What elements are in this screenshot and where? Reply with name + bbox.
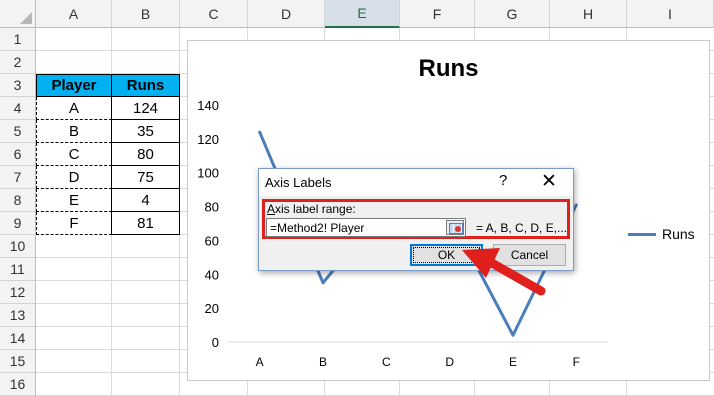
runs-cell[interactable]: 81 — [111, 212, 180, 235]
player-cell[interactable]: C — [36, 143, 112, 166]
column-header-d[interactable]: D — [248, 0, 325, 28]
range-preview: = A, B, C, D, E,... — [476, 221, 568, 235]
data-point[interactable] — [574, 203, 578, 207]
row-header-5[interactable]: 5 — [0, 120, 36, 143]
row-header-3[interactable]: 3 — [0, 74, 36, 97]
range-selector-icon[interactable] — [446, 220, 464, 235]
column-header-c[interactable]: C — [180, 0, 248, 28]
y-tick-label: 80 — [205, 200, 219, 215]
column-header-f[interactable]: F — [400, 0, 475, 28]
row-header-2[interactable]: 2 — [0, 51, 36, 74]
runs-cell[interactable]: 35 — [111, 120, 180, 143]
header-cell-runs[interactable]: Runs — [111, 74, 180, 97]
column-header-b[interactable]: B — [112, 0, 180, 28]
axis-label-range-input[interactable] — [266, 218, 466, 237]
row-header-6[interactable]: 6 — [0, 143, 36, 166]
x-tick-label: F — [573, 355, 580, 369]
y-tick-label: 60 — [205, 233, 219, 248]
y-tick-label: 0 — [212, 335, 219, 350]
column-header-g[interactable]: G — [475, 0, 550, 28]
row-header-10[interactable]: 10 — [0, 235, 36, 258]
row-header-12[interactable]: 12 — [0, 281, 36, 304]
x-tick-label: C — [382, 355, 391, 369]
player-cell[interactable]: E — [36, 189, 112, 212]
runs-cell[interactable]: 124 — [111, 97, 180, 120]
legend-label: Runs — [662, 226, 695, 242]
player-cell[interactable]: A — [36, 97, 112, 120]
accelerator-key: A — [267, 202, 276, 216]
x-tick-label: D — [445, 355, 454, 369]
axis-label-range-label: Axis label range: — [267, 202, 356, 216]
column-header-a[interactable]: A — [36, 0, 112, 28]
column-header-e[interactable]: E — [325, 0, 400, 28]
close-icon[interactable]: ✕ — [541, 170, 557, 193]
row-header-8[interactable]: 8 — [0, 189, 36, 212]
row-header-14[interactable]: 14 — [0, 327, 36, 350]
legend-swatch — [628, 232, 656, 236]
help-icon[interactable]: ? — [499, 172, 507, 189]
player-cell[interactable]: B — [36, 120, 112, 143]
row-header-13[interactable]: 13 — [0, 304, 36, 327]
player-cell[interactable]: F — [36, 212, 112, 235]
ok-button[interactable]: OK — [410, 244, 483, 266]
select-all-corner[interactable] — [0, 0, 36, 28]
row-header-16[interactable]: 16 — [0, 373, 36, 396]
header-cell-player[interactable]: Player — [36, 74, 112, 97]
data-point[interactable] — [258, 130, 262, 134]
data-point[interactable] — [321, 281, 325, 285]
x-tick-label: E — [509, 355, 517, 369]
runs-cell[interactable]: 4 — [111, 189, 180, 212]
player-cell[interactable]: D — [36, 166, 112, 189]
row-header-4[interactable]: 4 — [0, 97, 36, 120]
x-tick-label: B — [319, 355, 327, 369]
y-tick-label: 100 — [197, 166, 219, 181]
row-header-7[interactable]: 7 — [0, 166, 36, 189]
axis-labels-dialog: Axis Labels ? ✕ Axis label range: = A, B… — [258, 168, 574, 271]
column-header-i[interactable]: I — [627, 0, 714, 28]
y-tick-label: 40 — [205, 267, 219, 282]
chart-legend: Runs — [628, 226, 695, 242]
runs-cell[interactable]: 80 — [111, 143, 180, 166]
x-tick-label: A — [256, 355, 264, 369]
row-header-9[interactable]: 9 — [0, 212, 36, 235]
row-header-1[interactable]: 1 — [0, 28, 36, 51]
y-tick-label: 140 — [197, 98, 219, 113]
dialog-title: Axis Labels — [265, 175, 332, 190]
runs-cell[interactable]: 75 — [111, 166, 180, 189]
cancel-button[interactable]: Cancel — [493, 244, 566, 266]
dialog-titlebar: Axis Labels ? ✕ — [259, 169, 573, 196]
row-header-15[interactable]: 15 — [0, 350, 36, 373]
y-tick-label: 20 — [205, 301, 219, 316]
column-header-h[interactable]: H — [550, 0, 627, 28]
data-point[interactable] — [511, 333, 515, 337]
row-header-11[interactable]: 11 — [0, 258, 36, 281]
range-label-text: xis label range: — [275, 202, 356, 216]
y-tick-label: 120 — [197, 132, 219, 147]
